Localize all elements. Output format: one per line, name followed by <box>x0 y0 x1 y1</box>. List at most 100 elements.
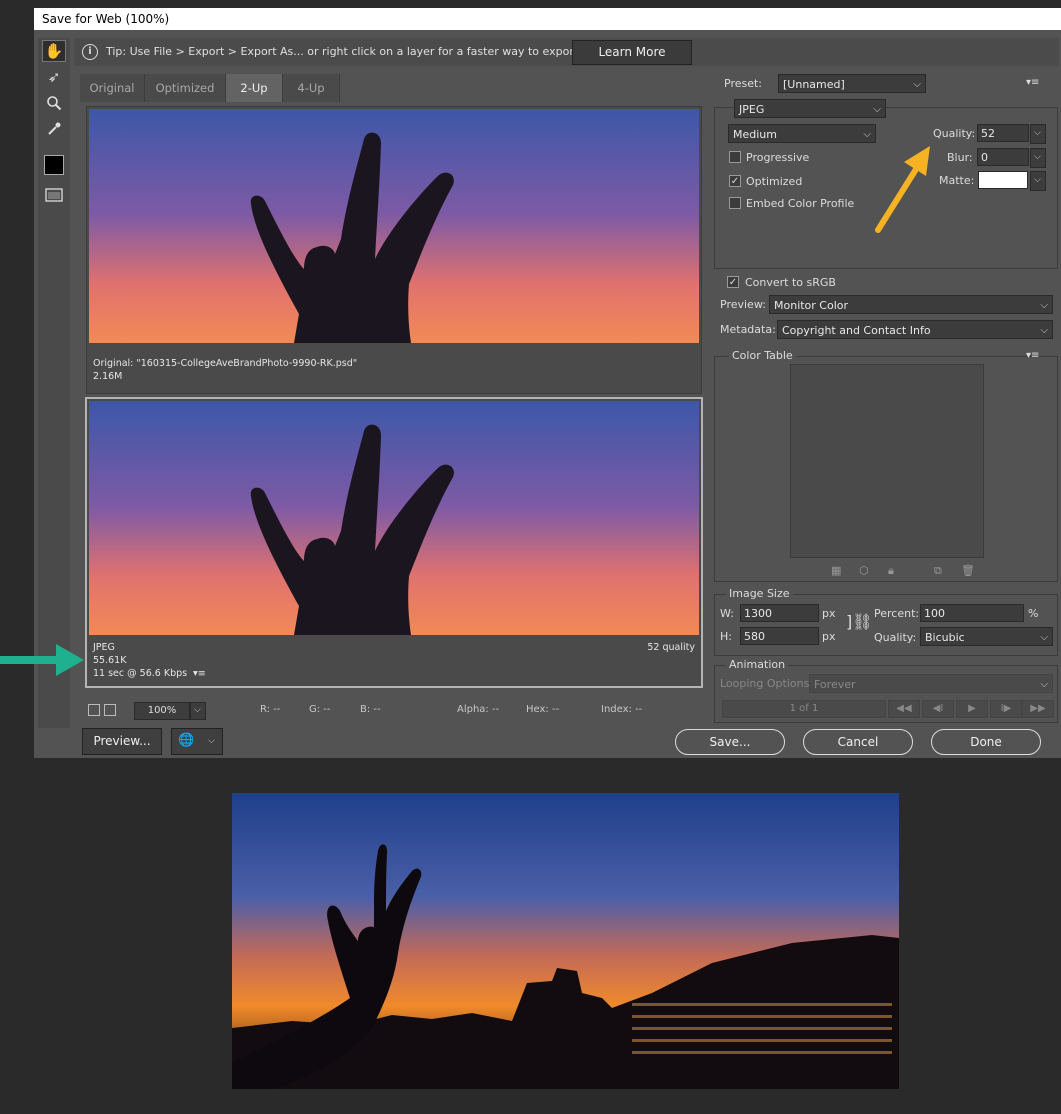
preset-menu-icon[interactable]: ▾≡ <box>1026 77 1039 88</box>
tip-bar: i Tip: Use File > Export > Export As... … <box>74 38 1059 66</box>
browser-select-button[interactable]: 🌐 ⌵ <box>171 728 223 755</box>
metadata-select[interactable]: Copyright and Contact Info ⌵ <box>777 320 1053 339</box>
eyedropper-tool-icon[interactable] <box>42 118 66 140</box>
color-table-area[interactable] <box>790 364 984 558</box>
original-preview-pane: Original: "160315-CollegeAveBrandPhoto-9… <box>86 106 702 394</box>
preview-color-select[interactable]: Monitor Color ⌵ <box>769 295 1053 314</box>
original-hand-photo <box>89 109 699 343</box>
index-readout: Index: -- <box>601 704 643 715</box>
height-unit: px <box>822 630 836 643</box>
toggle-slices-icon[interactable] <box>42 184 66 206</box>
tip-text: Tip: Use File > Export > Export As... or… <box>106 45 617 58</box>
green-readout: G: -- <box>309 704 331 715</box>
sunset-hand-photo <box>232 793 899 1089</box>
optimized-checkbox[interactable]: ✓ <box>729 175 741 187</box>
constrain-proportions-link-icon[interactable]: ]⛓ <box>846 612 873 631</box>
zoom-out-icon[interactable] <box>88 704 100 716</box>
blur-field[interactable]: 0 <box>977 148 1029 166</box>
preview-in-browser-button[interactable]: Preview... <box>82 728 162 755</box>
chevron-down-icon: ⌵ <box>1040 300 1048 311</box>
slice-select-tool-icon[interactable]: ➶ <box>42 66 66 88</box>
tool-column: ✋ ➶ <box>38 38 70 728</box>
web-shift-icon[interactable]: ⬡ <box>859 564 869 577</box>
first-frame-icon[interactable]: ◀◀ <box>888 700 920 718</box>
chevron-down-icon: ⌵ <box>194 705 201 715</box>
last-frame-icon[interactable]: ▶▶ <box>1022 700 1054 718</box>
chevron-down-icon: ⌵ <box>1034 175 1041 185</box>
chevron-down-icon: ⌵ <box>208 736 215 746</box>
zoom-in-icon[interactable] <box>104 704 116 716</box>
play-icon[interactable]: ▶ <box>956 700 988 718</box>
height-field[interactable]: 580 <box>740 627 819 645</box>
new-color-icon[interactable]: ⧉ <box>934 564 942 578</box>
optimized-file-size: 55.61K <box>93 655 127 666</box>
tab-optimized[interactable]: Optimized <box>145 74 226 102</box>
chevron-down-icon: ⌵ <box>873 104 881 115</box>
quality-field[interactable]: 52 <box>977 124 1029 142</box>
preset-select[interactable]: [Unnamed] ⌵ <box>778 74 926 93</box>
eyedropper-color-swatch[interactable] <box>42 154 66 176</box>
cancel-button[interactable]: Cancel <box>803 729 913 755</box>
color-table-title: Color Table <box>729 349 796 362</box>
blur-dropdown[interactable]: ⌵ <box>1030 148 1046 168</box>
resample-quality-label: Quality: <box>874 631 917 644</box>
embed-color-profile-checkbox[interactable] <box>729 197 741 209</box>
zoom-level-field[interactable]: 100% <box>134 702 190 720</box>
matte-color-swatch[interactable] <box>978 171 1028 189</box>
done-button[interactable]: Done <box>931 729 1041 755</box>
download-time: 11 sec @ 56.6 Kbps <box>93 668 188 679</box>
blue-readout: B: -- <box>360 704 381 715</box>
hex-readout: Hex: -- <box>526 704 560 715</box>
download-rate-menu-icon[interactable]: ▾≡ <box>193 667 206 680</box>
map-to-transparent-icon[interactable]: ▦ <box>831 564 841 577</box>
info-icon: i <box>82 44 98 60</box>
convert-srgb-checkbox[interactable]: ✓ <box>727 276 739 288</box>
optimized-label: Optimized <box>746 175 803 188</box>
window-title: Save for Web (100%) <box>34 8 1061 30</box>
save-button[interactable]: Save... <box>675 729 785 755</box>
learn-more-button[interactable]: Learn More <box>572 40 692 65</box>
looping-options-select[interactable]: Forever ⌵ <box>809 674 1053 693</box>
tab-4-up[interactable]: 4-Up <box>283 74 340 102</box>
matte-label: Matte: <box>939 174 975 187</box>
blur-label: Blur: <box>947 151 973 164</box>
format-select[interactable]: JPEG ⌵ <box>734 99 886 118</box>
chevron-down-icon: ⌵ <box>913 79 921 90</box>
color-table-menu-icon[interactable]: ▾≡ <box>1026 350 1039 361</box>
preset-label: Preset: <box>724 77 763 90</box>
preview-label: Preview: <box>720 298 766 311</box>
quality-label: Quality: <box>933 127 976 140</box>
lock-color-icon[interactable]: 🔒︎ <box>888 564 894 578</box>
quality-dropdown[interactable]: ⌵ <box>1030 124 1046 144</box>
embed-color-profile-label: Embed Color Profile <box>746 197 855 210</box>
animation-title: Animation <box>726 658 789 671</box>
teal-annotation-arrow <box>0 644 84 676</box>
tab-2-up[interactable]: 2-Up <box>226 74 283 102</box>
zoom-tool-icon[interactable] <box>42 92 66 114</box>
tab-original[interactable]: Original <box>80 74 145 102</box>
resample-quality-select[interactable]: Bicubic ⌵ <box>920 627 1053 646</box>
optimized-quality-label: 52 quality <box>647 642 695 653</box>
original-file-size: 2.16M <box>93 371 123 382</box>
trash-icon[interactable]: 🗑︎ <box>961 564 975 577</box>
width-unit: px <box>822 607 836 620</box>
browser-globe-icon: 🌐 <box>178 733 195 748</box>
progressive-label: Progressive <box>746 151 810 164</box>
quality-level-select[interactable]: Medium ⌵ <box>728 124 876 143</box>
metadata-label: Metadata: <box>720 323 776 336</box>
hand-tool-icon[interactable]: ✋ <box>42 40 66 62</box>
percent-unit: % <box>1028 607 1039 620</box>
save-for-web-dialog: Save for Web (100%) ✋ ➶ i Tip: Use File … <box>34 8 1061 758</box>
optimized-preview-pane[interactable]: JPEG 55.61K 11 sec @ 56.6 Kbps ▾≡ 52 qua… <box>85 397 703 688</box>
zoom-dropdown[interactable]: ⌵ <box>190 702 206 720</box>
alpha-readout: Alpha: -- <box>457 704 500 715</box>
previous-frame-icon[interactable]: ◀I <box>922 700 954 718</box>
width-label: W: <box>720 607 734 620</box>
percent-field[interactable]: 100 <box>920 604 1024 622</box>
matte-dropdown[interactable]: ⌵ <box>1030 171 1046 191</box>
progressive-checkbox[interactable] <box>729 151 741 163</box>
image-size-title: Image Size <box>726 587 793 600</box>
chevron-down-icon: ⌵ <box>1040 679 1048 690</box>
next-frame-icon[interactable]: I▶ <box>990 700 1022 718</box>
width-field[interactable]: 1300 <box>740 604 819 622</box>
